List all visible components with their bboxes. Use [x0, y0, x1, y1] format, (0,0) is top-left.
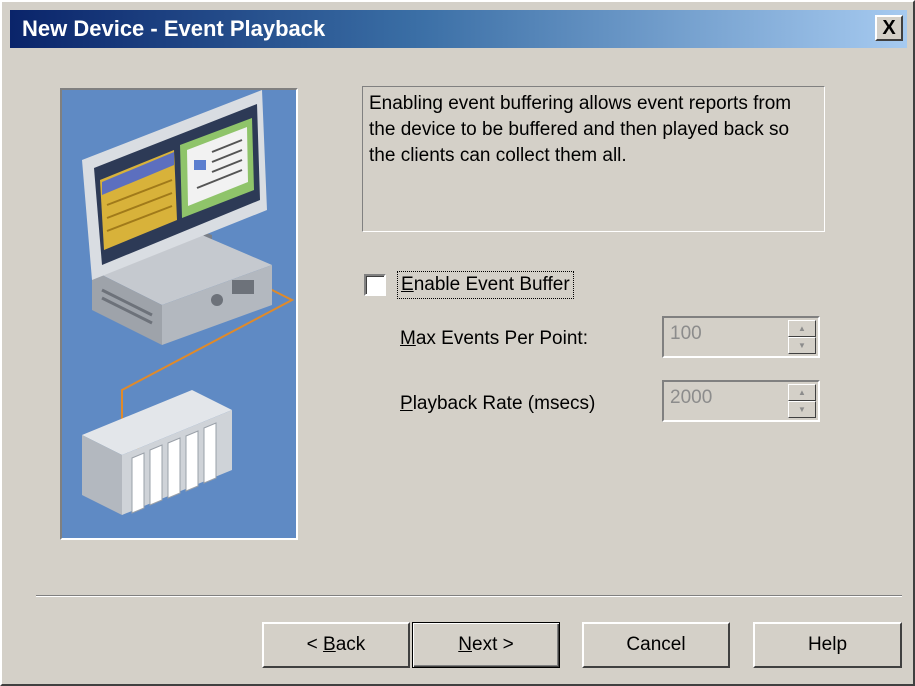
next-button[interactable]: Next >: [412, 622, 560, 668]
back-button[interactable]: < Back: [262, 622, 410, 668]
description-box: Enabling event buffering allows event re…: [362, 86, 825, 232]
enable-event-buffer-row[interactable]: Enable Event Buffer: [364, 270, 574, 300]
title-bar[interactable]: New Device - Event Playback X: [10, 10, 907, 48]
mnemonic: E: [401, 274, 414, 295]
close-icon: X: [882, 16, 896, 39]
enable-event-buffer-checkbox[interactable]: [364, 274, 386, 296]
label-text: ax Events Per Point:: [415, 328, 588, 349]
mnemonic: P: [400, 393, 413, 414]
mnemonic: N: [458, 634, 472, 655]
back-prefix: <: [306, 634, 324, 655]
spin-up-icon[interactable]: ▲: [788, 384, 816, 401]
spin-up-icon[interactable]: ▲: [788, 320, 816, 337]
max-events-spinner[interactable]: 100 ▲ ▼: [662, 316, 820, 358]
playback-rate-value[interactable]: 2000: [670, 387, 712, 409]
help-button[interactable]: Help: [753, 622, 902, 668]
max-events-value[interactable]: 100: [670, 323, 702, 345]
label-text: layback Rate (msecs): [412, 393, 596, 414]
playback-rate-spin-buttons: ▲ ▼: [788, 384, 816, 418]
close-button[interactable]: X: [875, 15, 903, 41]
dialog-window: New Device - Event Playback X Enabling e…: [0, 0, 915, 686]
max-events-label: Max Events Per Point:: [400, 328, 588, 350]
separator: [36, 595, 902, 597]
label-text: nable Event Buffer: [413, 274, 570, 295]
mnemonic: M: [400, 328, 416, 349]
help-label: Help: [807, 634, 848, 655]
max-events-spin-buttons: ▲ ▼: [788, 320, 816, 354]
window-title: New Device - Event Playback: [22, 16, 326, 41]
next-label: ext >: [472, 634, 514, 655]
device-illustration: [62, 90, 296, 538]
enable-event-buffer-label[interactable]: Enable Event Buffer: [397, 271, 574, 299]
playback-rate-label: Playback Rate (msecs): [400, 393, 595, 415]
mnemonic: B: [323, 634, 336, 655]
cancel-button[interactable]: Cancel: [582, 622, 730, 668]
cancel-label: Cancel: [626, 634, 686, 655]
illustration-panel: [60, 88, 298, 540]
spin-down-icon[interactable]: ▼: [788, 337, 816, 354]
playback-rate-spinner[interactable]: 2000 ▲ ▼: [662, 380, 820, 422]
spin-down-icon[interactable]: ▼: [788, 401, 816, 418]
back-label: ack: [335, 634, 366, 655]
